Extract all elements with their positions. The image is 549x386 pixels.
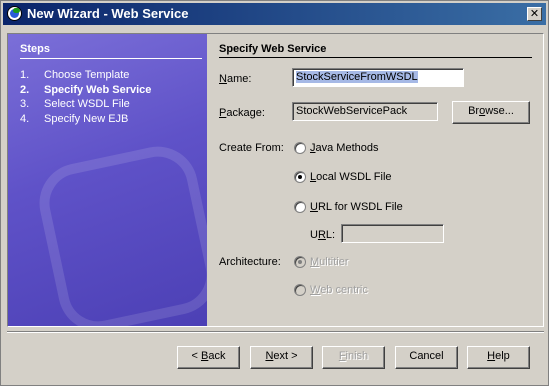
- window-title: New Wizard - Web Service: [27, 6, 189, 21]
- url-label: URL:: [310, 229, 336, 241]
- section-title: Specify Web Service: [219, 43, 327, 55]
- footer-divider: [7, 331, 544, 333]
- java-methods-radio[interactable]: [294, 142, 306, 154]
- steps-divider: [20, 58, 202, 59]
- step-item: 4. Specify New EJB: [20, 113, 129, 125]
- name-label: Name:: [219, 73, 252, 85]
- specify-web-service-panel: Specify Web Service Name: StockServiceFr…: [207, 34, 543, 326]
- url-wsdl-label[interactable]: URL for WSDL File: [310, 201, 403, 213]
- browse-button[interactable]: Browse...: [452, 101, 530, 124]
- url-field[interactable]: [341, 224, 444, 243]
- step-item: 3. Select WSDL File: [20, 98, 130, 110]
- name-field-value: StockServiceFromWSDL: [296, 71, 418, 83]
- web-centric-radio[interactable]: [294, 284, 306, 296]
- wizard-window: New Wizard - Web Service ✕ Steps 1. Choos…: [0, 0, 549, 386]
- url-wsdl-radio[interactable]: [294, 201, 306, 213]
- wizard-watermark-icon: [32, 139, 207, 326]
- step-item: 1. Choose Template: [20, 69, 130, 81]
- steps-header: Steps: [20, 43, 50, 55]
- step-item-current: 2. Specify Web Service: [20, 84, 152, 96]
- finish-button[interactable]: Finish: [322, 346, 385, 369]
- title-bar[interactable]: New Wizard - Web Service ✕: [3, 3, 546, 25]
- next-button[interactable]: Next >: [250, 346, 313, 369]
- multitier-radio[interactable]: [294, 256, 306, 268]
- web-centric-label[interactable]: Web centric: [310, 284, 368, 296]
- local-wsdl-label[interactable]: Local WSDL File: [310, 171, 392, 183]
- close-icon[interactable]: ✕: [527, 7, 542, 21]
- section-divider: [219, 57, 532, 58]
- create-from-label: Create From:: [219, 142, 284, 154]
- name-field[interactable]: StockServiceFromWSDL: [292, 68, 464, 87]
- web-service-icon: [7, 6, 22, 21]
- help-button[interactable]: Help: [467, 346, 530, 369]
- local-wsdl-radio[interactable]: [294, 171, 306, 183]
- architecture-label: Architecture:: [219, 256, 281, 268]
- package-field[interactable]: StockWebServicePack: [292, 102, 438, 121]
- java-methods-label[interactable]: Java Methods: [310, 142, 378, 154]
- back-button[interactable]: < Back: [177, 346, 240, 369]
- multitier-label[interactable]: Multitier: [310, 256, 349, 268]
- cancel-button[interactable]: Cancel: [395, 346, 458, 369]
- package-label: Package:: [219, 107, 265, 119]
- steps-panel: Steps 1. Choose Template 2. Specify Web Se…: [8, 34, 207, 326]
